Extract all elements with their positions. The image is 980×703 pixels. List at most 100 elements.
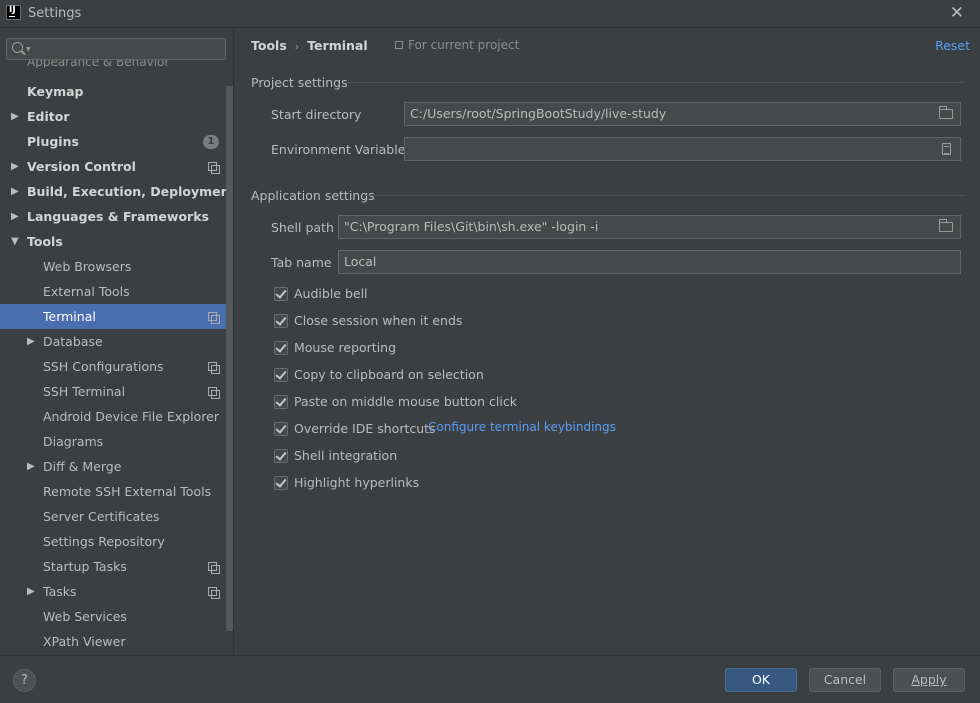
checkbox-checked[interactable]: [274, 341, 288, 355]
sidebar-item-editor[interactable]: ▶ Editor: [0, 104, 233, 129]
shell-path-field[interactable]: "C:\Program Files\Git\bin\sh.exe" -login…: [338, 215, 961, 239]
search-icon: [12, 42, 23, 53]
start-directory-field[interactable]: C:/Users/root/SpringBootStudy/live-study: [404, 102, 961, 126]
plugins-update-badge: 1: [203, 135, 219, 149]
sidebar-item-appearance-clipped[interactable]: Appearance & Behavior: [27, 60, 169, 68]
breadcrumb-separator: ›: [294, 40, 300, 53]
expand-arrow-icon[interactable]: ▶: [27, 579, 35, 604]
sidebar-item-ssh-terminal[interactable]: SSH Terminal: [0, 379, 233, 404]
sidebar-item-server-certificates[interactable]: Server Certificates: [0, 504, 233, 529]
project-level-icon: [208, 587, 220, 599]
checkbox-label: Mouse reporting: [294, 340, 397, 355]
expand-arrow-icon[interactable]: ▶: [11, 154, 19, 179]
sidebar-item-label: Server Certificates: [43, 509, 160, 524]
sidebar-item-database[interactable]: ▶ Database: [0, 329, 233, 354]
checkbox-checked[interactable]: [274, 314, 288, 328]
checkbox-label: Paste on middle mouse button click: [294, 394, 517, 409]
project-level-icon: [395, 41, 403, 49]
expand-arrow-icon[interactable]: ▶: [27, 454, 35, 479]
project-level-icon: [208, 312, 220, 324]
settings-sidebar: ▼ Appearance & Behavior Keymap ▶ Editor …: [0, 28, 234, 655]
sidebar-item-label: Database: [43, 334, 103, 349]
checkbox-checked[interactable]: [274, 368, 288, 382]
sidebar-item-terminal[interactable]: Terminal: [0, 304, 233, 329]
edit-variables-icon[interactable]: [942, 143, 951, 155]
breadcrumb-current: Terminal: [307, 38, 368, 53]
sidebar-item-label: Tasks: [43, 584, 77, 599]
apply-button[interactable]: Apply: [893, 668, 965, 692]
dialog-footer: ? OK Cancel Apply: [0, 655, 980, 703]
sidebar-item-build-execution-deployment[interactable]: ▶ Build, Execution, Deployment: [0, 179, 234, 204]
sidebar-item-label: SSH Terminal: [43, 384, 126, 399]
sidebar-item-languages-frameworks[interactable]: ▶ Languages & Frameworks: [0, 204, 233, 229]
sidebar-item-tools[interactable]: ▼ Tools: [0, 229, 233, 254]
sidebar-item-label: Languages & Frameworks: [27, 209, 209, 224]
checkbox-checked[interactable]: [274, 422, 288, 436]
checkbox-label: Copy to clipboard on selection: [294, 367, 484, 382]
sidebar-item-label: Version Control: [27, 159, 136, 174]
sidebar-item-ssh-configurations[interactable]: SSH Configurations: [0, 354, 233, 379]
environment-variables-label: Environment Variables: [271, 142, 412, 157]
tab-name-field[interactable]: Local: [338, 250, 961, 274]
sidebar-item-label: External Tools: [43, 284, 130, 299]
help-button[interactable]: ?: [13, 669, 36, 692]
sidebar-item-external-tools[interactable]: External Tools: [0, 279, 233, 304]
sidebar-item-label: Android Device File Explorer: [43, 409, 219, 424]
checkbox-label: Shell integration: [294, 448, 398, 463]
sidebar-item-web-browsers[interactable]: Web Browsers: [0, 254, 233, 279]
sidebar-item-startup-tasks[interactable]: Startup Tasks: [0, 554, 233, 579]
start-directory-label: Start directory: [271, 107, 362, 122]
environment-variables-field[interactable]: [404, 137, 961, 161]
window-title: Settings: [28, 6, 82, 21]
sidebar-item-android-device-file-explorer[interactable]: Android Device File Explorer: [0, 404, 233, 429]
folder-browse-icon[interactable]: [939, 219, 953, 232]
search-history-chevron-icon[interactable]: ▼: [26, 46, 31, 53]
expand-arrow-icon[interactable]: ▶: [11, 104, 19, 129]
reset-link[interactable]: Reset: [935, 38, 970, 53]
breadcrumb: Tools › Terminal: [251, 38, 368, 53]
sidebar-item-remote-ssh-external-tools[interactable]: Remote SSH External Tools: [0, 479, 233, 504]
checkbox-checked[interactable]: [274, 287, 288, 301]
sidebar-item-diff-merge[interactable]: ▶ Diff & Merge: [0, 454, 233, 479]
checkbox-label: Highlight hyperlinks: [294, 475, 420, 490]
checkbox-label: Audible bell: [294, 286, 368, 301]
expand-arrow-icon[interactable]: ▶: [11, 179, 19, 204]
sidebar-scrollbar[interactable]: [226, 86, 233, 631]
checkbox-checked[interactable]: [274, 449, 288, 463]
checkbox-checked[interactable]: [274, 395, 288, 409]
sidebar-item-tasks[interactable]: ▶ Tasks: [0, 579, 233, 604]
sidebar-item-label: Diagrams: [43, 434, 104, 449]
sidebar-item-label: Settings Repository: [43, 534, 165, 549]
sidebar-item-settings-repository[interactable]: Settings Repository: [0, 529, 233, 554]
sidebar-item-label: Tools: [27, 234, 63, 249]
sidebar-item-version-control[interactable]: ▶ Version Control: [0, 154, 233, 179]
sidebar-item-web-services[interactable]: Web Services: [0, 604, 233, 629]
expand-arrow-icon[interactable]: ▶: [11, 204, 19, 229]
sidebar-item-label: Build, Execution, Deployment: [27, 184, 234, 199]
sidebar-item-xpath-viewer[interactable]: XPath Viewer: [0, 629, 233, 654]
search-input[interactable]: ▼: [6, 38, 226, 60]
project-settings-title: Project settings: [251, 75, 348, 90]
sidebar-item-diagrams[interactable]: Diagrams: [0, 429, 233, 454]
close-icon[interactable]: ✕: [950, 3, 964, 23]
folder-browse-icon[interactable]: [939, 106, 953, 119]
application-settings-title: Application settings: [251, 188, 375, 203]
sidebar-item-label: Web Browsers: [43, 259, 132, 274]
ok-button[interactable]: OK: [725, 668, 797, 692]
sidebar-item-plugins[interactable]: Plugins 1: [0, 129, 233, 154]
for-project-label: For current project: [408, 38, 520, 52]
breadcrumb-parent[interactable]: Tools: [251, 38, 287, 53]
sidebar-item-label: Editor: [27, 109, 70, 124]
configure-keybindings-link[interactable]: Configure terminal keybindings: [428, 420, 616, 434]
checkbox-checked[interactable]: [274, 476, 288, 490]
sidebar-item-keymap[interactable]: Keymap: [0, 79, 233, 104]
sidebar-item-label: Startup Tasks: [43, 559, 127, 574]
for-current-project-hint: For current project: [395, 38, 519, 52]
apply-button-label: Apply: [911, 672, 947, 687]
collapse-arrow-icon[interactable]: ▼: [11, 229, 19, 254]
project-level-icon: [208, 162, 220, 174]
checkbox-label: Override IDE shortcuts: [294, 421, 436, 436]
app-icon-text: IJ: [9, 5, 16, 15]
expand-arrow-icon[interactable]: ▶: [27, 329, 35, 354]
cancel-button[interactable]: Cancel: [809, 668, 881, 692]
